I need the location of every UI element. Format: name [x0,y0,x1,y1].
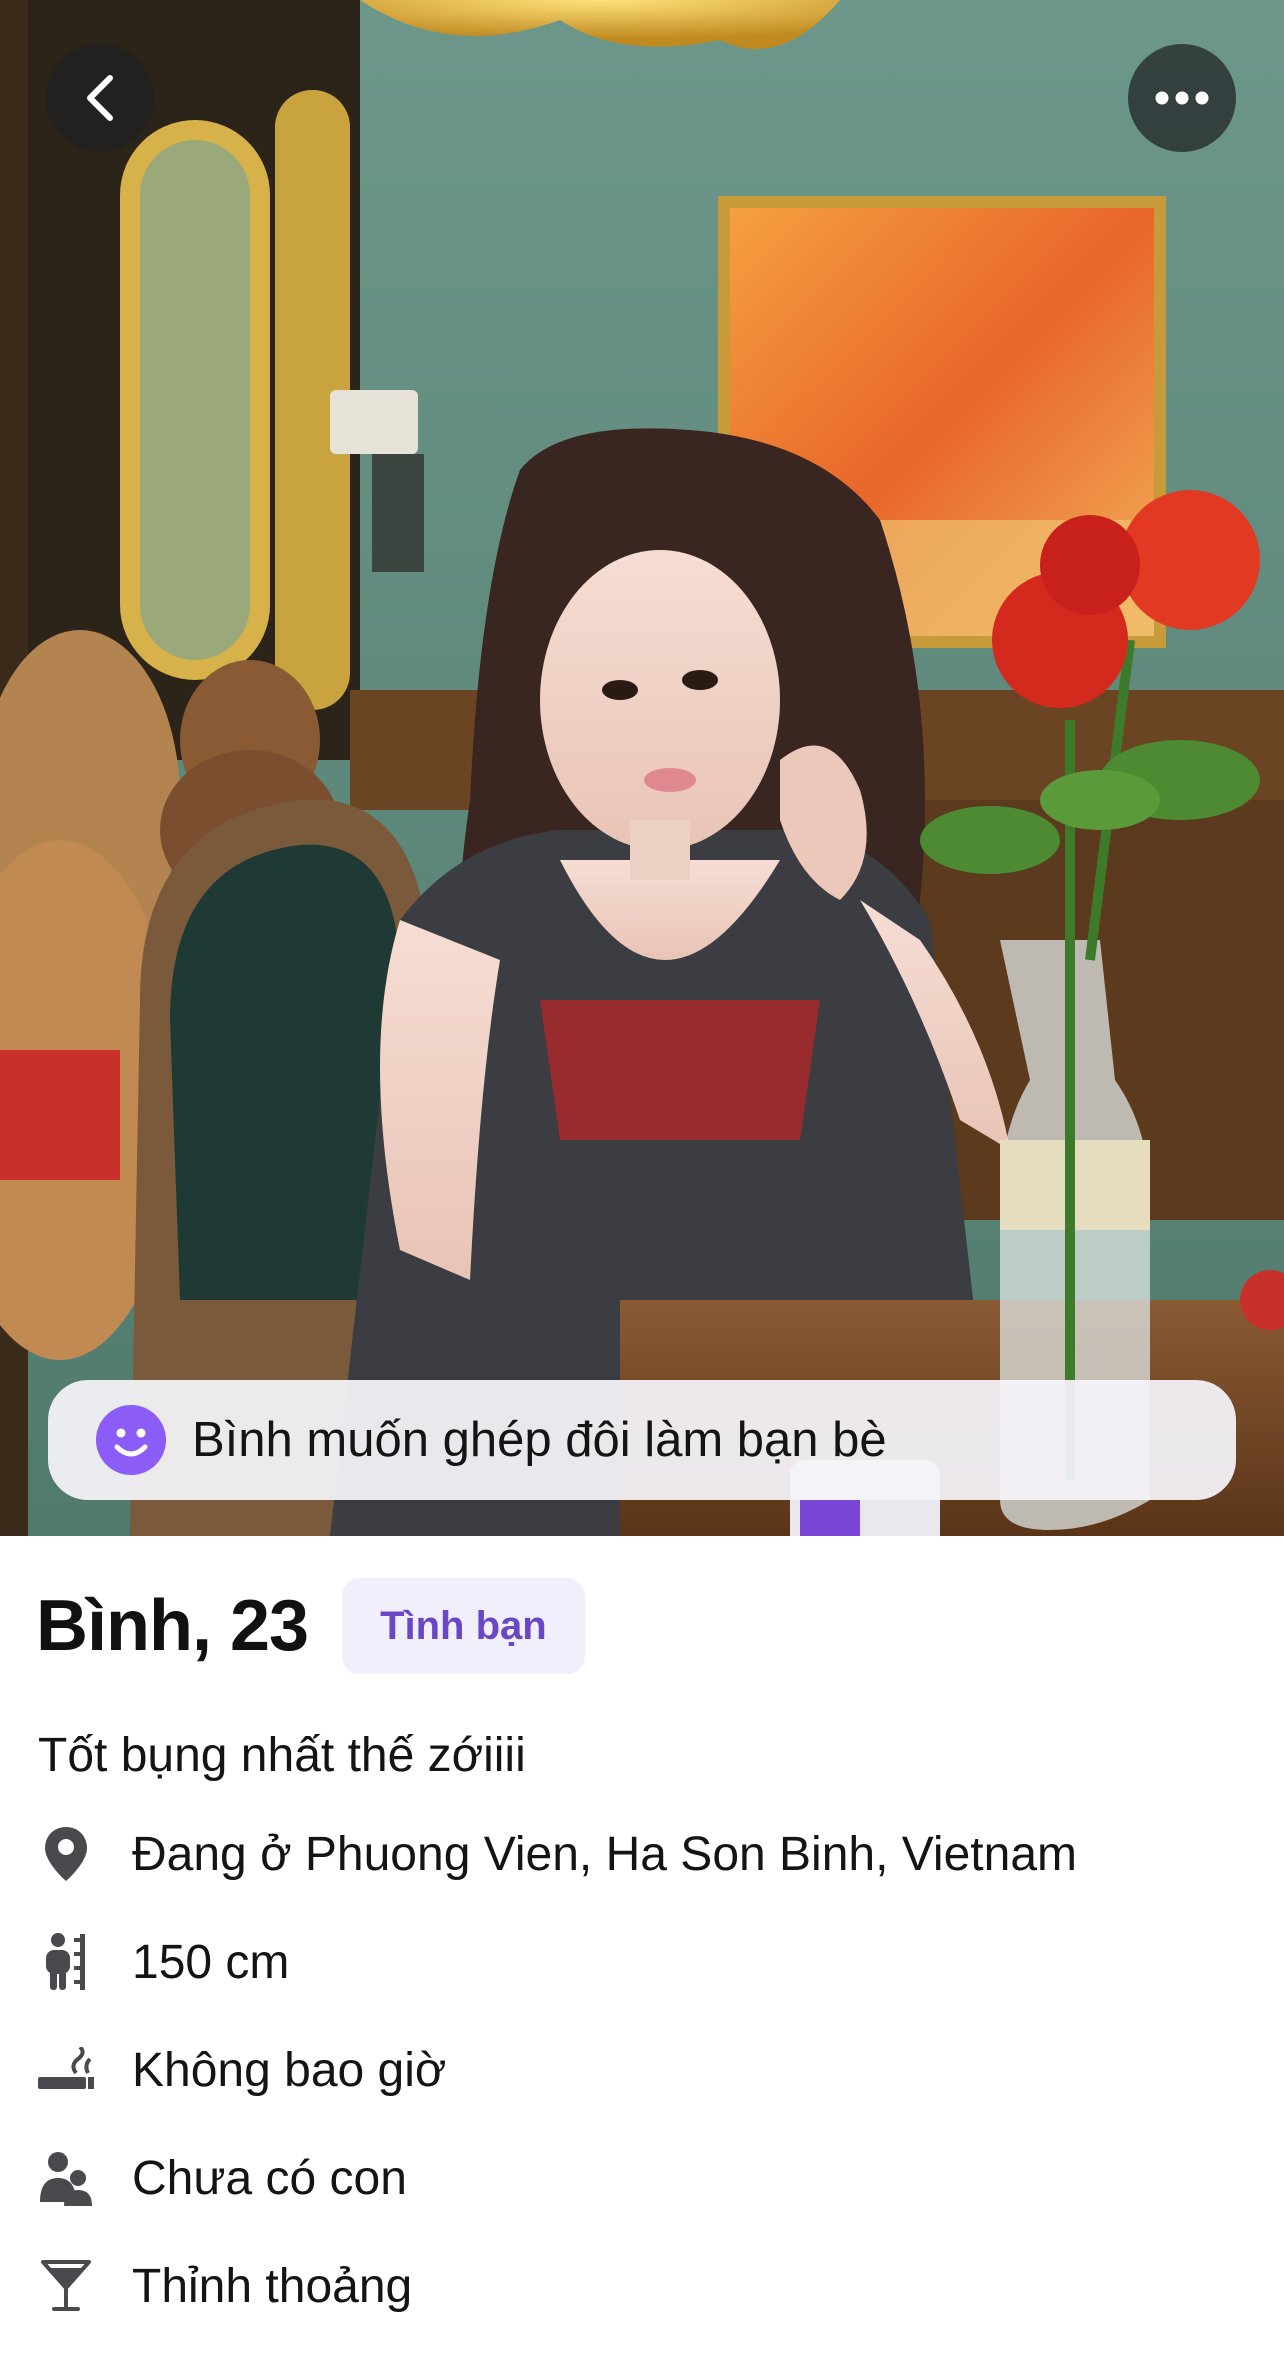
attribute-text: Đang ở Phuong Vien, Ha Son Binh, Vietnam [132,1827,1077,1881]
profile-photo[interactable]: Bình muốn ghép đôi làm bạn bè [0,0,1284,1536]
smoking-icon [36,2040,96,2100]
attribute-text: Thỉnh thoảng [132,2259,413,2313]
attribute-text: Không bao giờ [132,2043,447,2097]
attribute-smoking: Không bao giờ [36,2034,446,2106]
relationship-goal-badge: Tình bạn [342,1578,585,1674]
attribute-location: Đang ở Phuong Vien, Ha Son Binh, Vietnam [36,1818,1077,1890]
profile-details: Bình, 23 Tình bạn Tốt bụng nhất thế zớii… [0,1536,1284,2356]
intent-banner: Bình muốn ghép đôi làm bạn bè [48,1380,1236,1500]
children-icon [36,2148,96,2208]
attribute-text: Chưa có con [132,2151,407,2205]
more-options-button[interactable] [1128,44,1236,152]
chevron-left-icon [87,75,113,121]
name-row: Bình, 23 Tình bạn [36,1578,585,1674]
attribute-drinking: Thỉnh thoảng [36,2250,412,2322]
attribute-text: 150 cm [132,1935,290,1989]
location-pin-icon [36,1824,96,1884]
bio-text: Tốt bụng nhất thế zớiiii [38,1729,526,1782]
intent-banner-text: Bình muốn ghép đôi làm bạn bè [192,1413,887,1467]
attribute-height: 150 cm [36,1926,289,1998]
profile-photo-illustration [0,0,1284,1536]
attribute-children: Chưa có con [36,2142,407,2214]
height-icon [36,1932,96,1992]
ellipsis-horizontal-icon [1155,91,1209,105]
back-button[interactable] [46,44,154,152]
name-age: Bình, 23 [36,1586,309,1666]
cocktail-icon [36,2256,96,2316]
smiley-face-icon [96,1405,166,1475]
